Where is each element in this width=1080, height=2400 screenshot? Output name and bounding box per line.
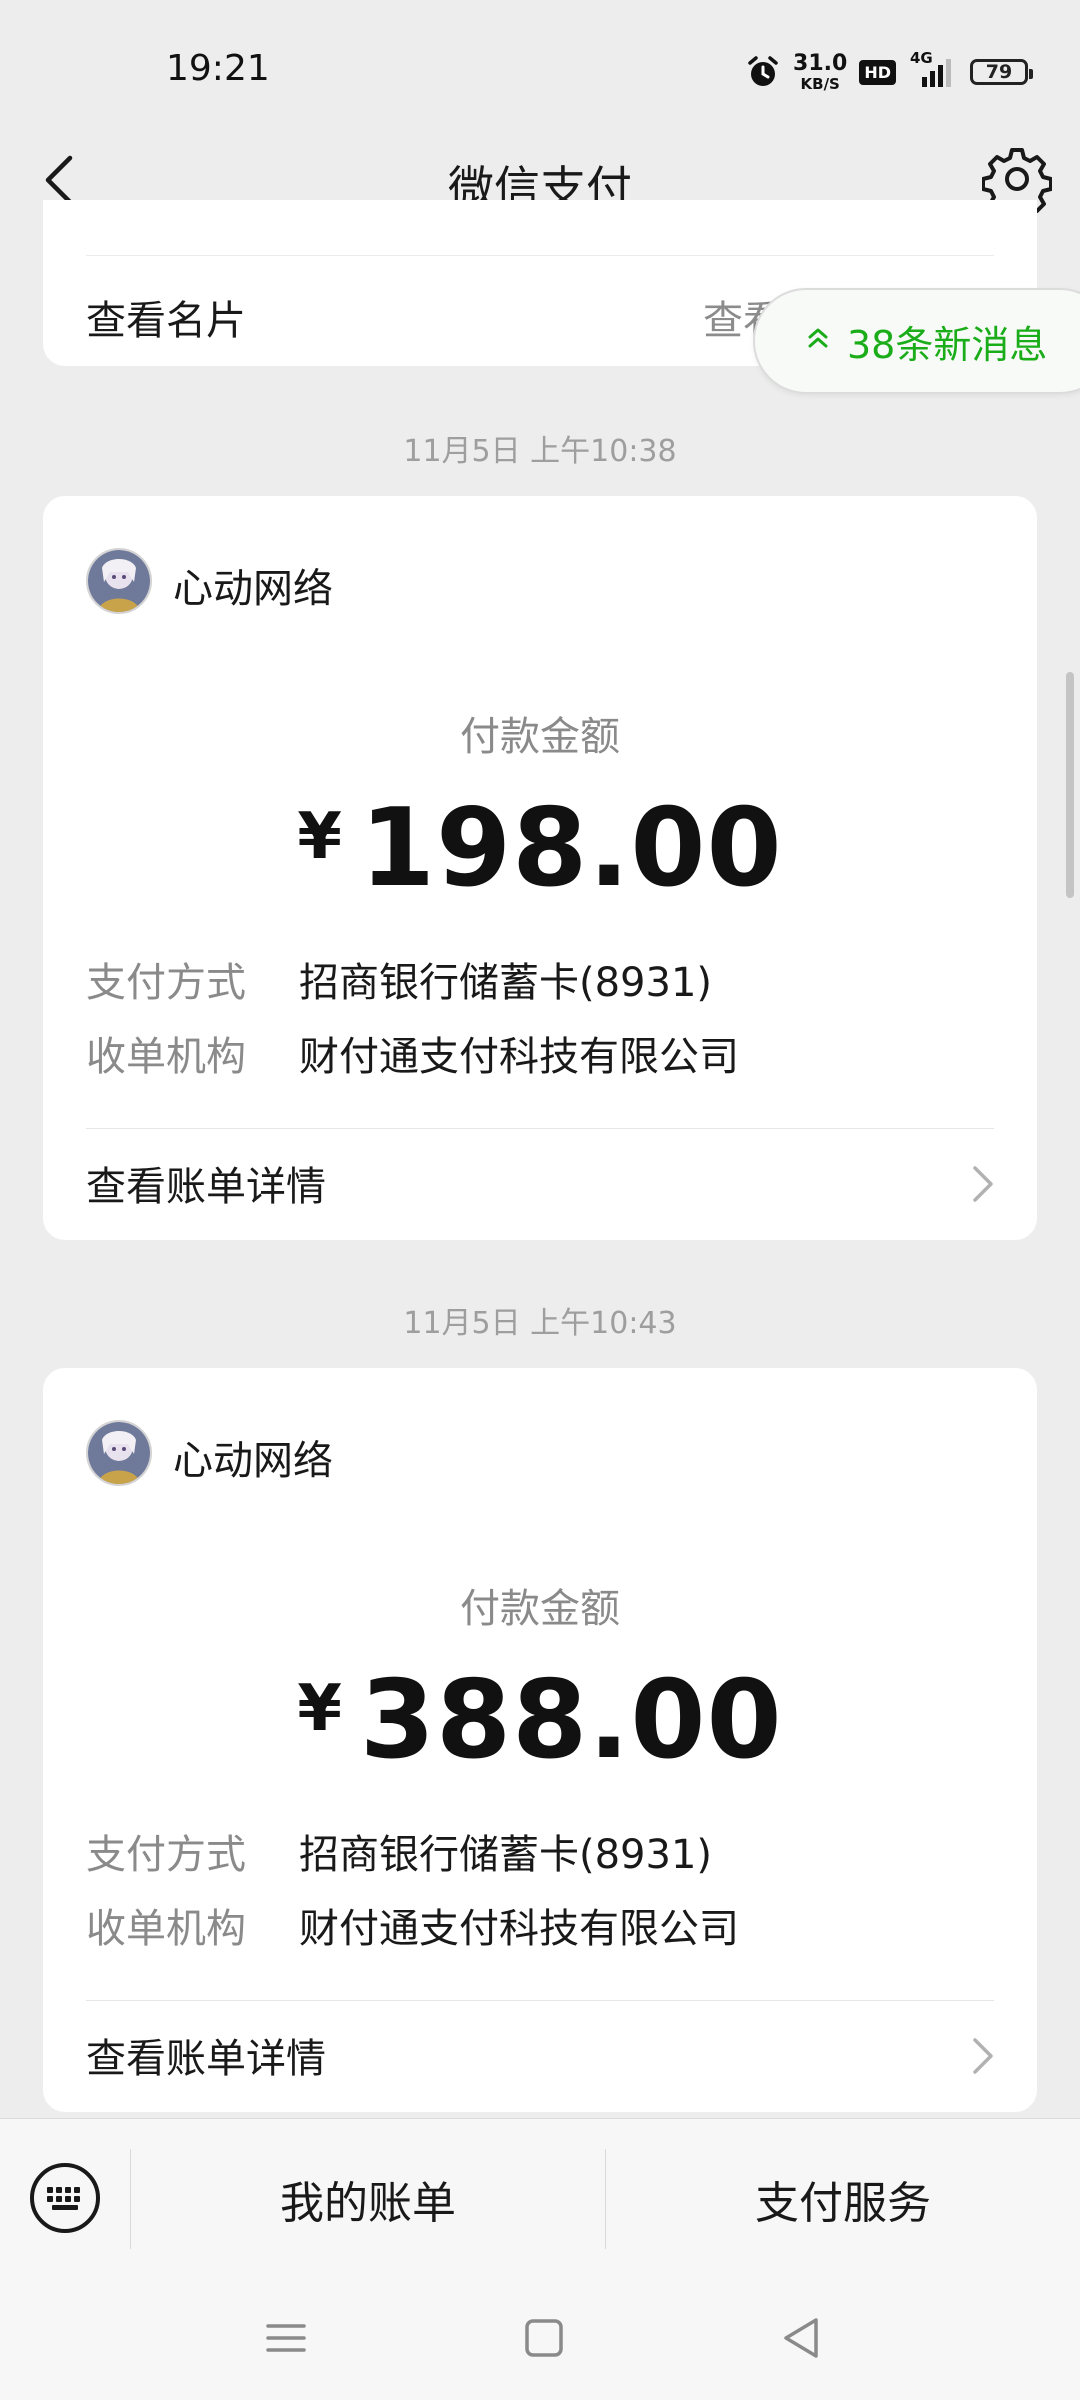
- acquirer-label: 收单机构: [86, 1906, 246, 1952]
- chevron-right-icon: [973, 1166, 993, 1202]
- system-nav-bar: [0, 2278, 1080, 2400]
- new-messages-label: 38条新消息: [847, 322, 1048, 367]
- scrollbar[interactable]: [1066, 672, 1074, 898]
- acquirer-value: 财付通支付科技有限公司: [299, 1906, 739, 1952]
- status-bar: 19:21 31.0 KB/S HD 4G 79: [0, 0, 1080, 140]
- payment-amount: ¥198.00: [43, 786, 1037, 911]
- merchant-name: 心动网络: [173, 566, 333, 612]
- currency-symbol: ¥: [297, 1672, 342, 1746]
- avatar[interactable]: [86, 548, 152, 614]
- payment-method-label: 支付方式: [86, 960, 246, 1006]
- divider: [86, 2000, 994, 2001]
- battery-icon: 79: [970, 59, 1033, 85]
- view-bill-details-link[interactable]: 查看账单详情: [86, 2026, 326, 2084]
- amount-label: 付款金额: [460, 1586, 620, 1632]
- status-time: 19:21: [166, 48, 270, 89]
- home-square-icon[interactable]: [514, 2308, 574, 2368]
- amount-value: 388.00: [359, 1658, 783, 1783]
- payment-method-value: 招商银行储蓄卡(8931): [299, 960, 713, 1006]
- net-speed: 31.0 KB/S: [793, 50, 848, 93]
- menu-my-bills[interactable]: 我的账单: [131, 2119, 605, 2279]
- avatar[interactable]: [86, 1420, 152, 1486]
- back-triangle-icon[interactable]: [772, 2308, 832, 2368]
- net-speed-unit: KB/S: [800, 74, 840, 93]
- net-speed-value: 31.0: [793, 50, 848, 76]
- acquirer-label: 收单机构: [86, 1034, 246, 1080]
- battery-level: 79: [985, 61, 1013, 83]
- amount-value: 198.00: [359, 786, 783, 911]
- payment-method-label: 支付方式: [86, 1832, 246, 1878]
- status-icons: 31.0 KB/S HD 4G 79: [745, 49, 1033, 93]
- message-timestamp: 11月5日 上午10:43: [403, 1306, 677, 1341]
- payment-card: 心动网络 付款金额 ¥388.00 支付方式 招商银行储蓄卡(8931) 收单机…: [43, 1368, 1037, 2112]
- currency-symbol: ¥: [297, 800, 342, 874]
- menu-payment-services[interactable]: 支付服务: [606, 2119, 1080, 2279]
- view-card-label[interactable]: 查看名片: [86, 288, 246, 346]
- divider: [86, 1128, 994, 1129]
- amount-label: 付款金额: [460, 714, 620, 760]
- alarm-icon: [748, 56, 778, 86]
- menu-icon[interactable]: [256, 2308, 316, 2368]
- signal-icon: 4G: [908, 49, 958, 89]
- divider: [86, 255, 994, 256]
- chevron-right-icon: [973, 2038, 993, 2074]
- message-timestamp: 11月5日 上午10:38: [403, 434, 677, 469]
- keyboard-icon[interactable]: [28, 2161, 102, 2235]
- merchant-name: 心动网络: [173, 1438, 333, 1484]
- acquirer-value: 财付通支付科技有限公司: [299, 1034, 739, 1080]
- payment-method-value: 招商银行储蓄卡(8931): [299, 1832, 713, 1878]
- double-chevron-up-icon: [807, 326, 829, 356]
- bottom-menu-bar: 我的账单 支付服务: [0, 2118, 1080, 2279]
- view-bill-details-link[interactable]: 查看账单详情: [86, 1154, 326, 1212]
- payment-amount: ¥388.00: [43, 1658, 1037, 1783]
- payment-card: 心动网络 付款金额 ¥198.00 支付方式 招商银行储蓄卡(8931) 收单机…: [43, 496, 1037, 1240]
- new-messages-button[interactable]: 38条新消息: [753, 288, 1080, 394]
- hd-badge: HD: [859, 59, 896, 85]
